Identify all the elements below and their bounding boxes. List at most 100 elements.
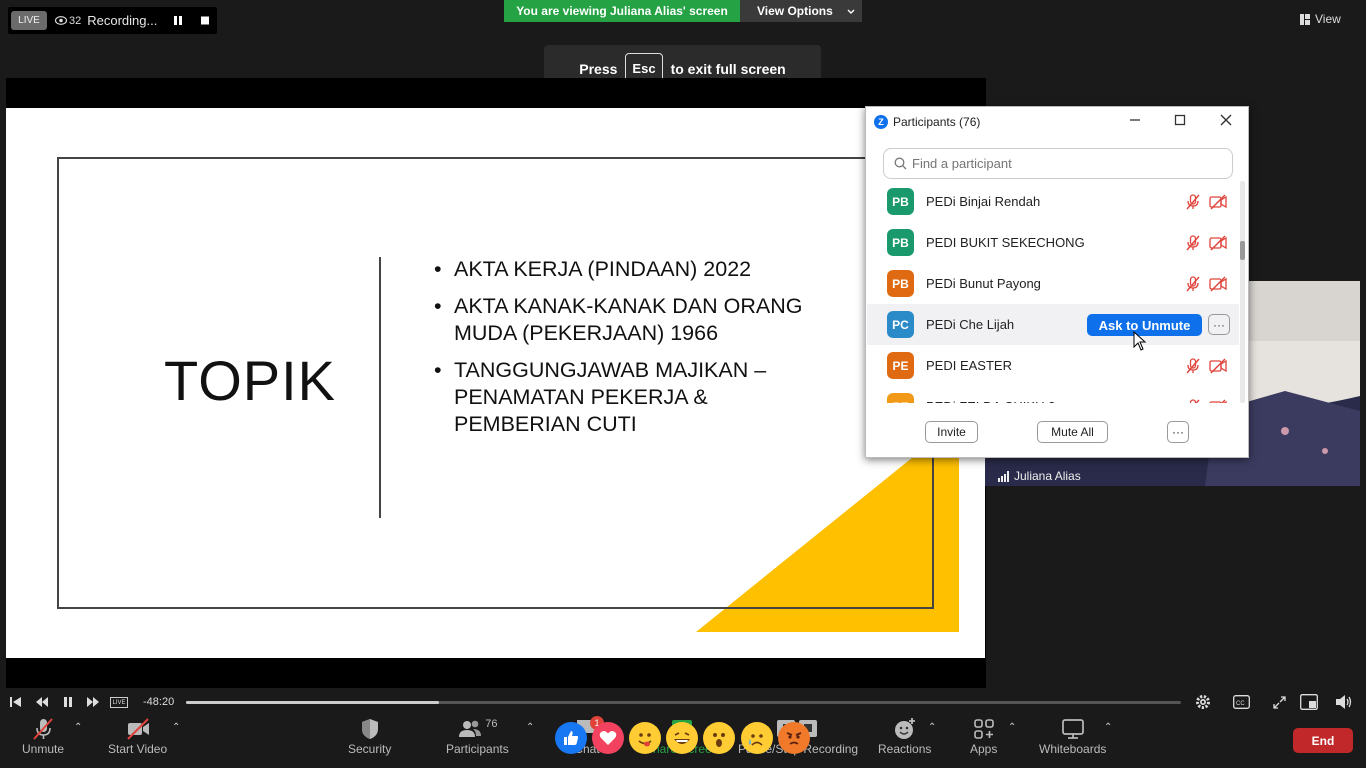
whiteboards-button[interactable]: Whiteboards	[1039, 716, 1106, 756]
participants-panel: Z Participants (76) PB PEDi Binjai Rendah…	[865, 106, 1249, 458]
view-layout-icon	[1300, 13, 1310, 25]
participant-more-button[interactable]: ···	[1208, 314, 1230, 335]
zoom-logo-icon: Z	[874, 115, 888, 129]
participant-row[interactable]: PE PEDI EASTER	[867, 345, 1239, 386]
muted-mic-icon	[1186, 235, 1200, 251]
eye-icon	[55, 16, 67, 25]
participant-row[interactable]: PB PEDI BUKIT SEKECHONG	[867, 222, 1239, 263]
list-scrollbar[interactable]	[1240, 181, 1245, 403]
participant-name: PEDI BUKIT SEKECHONG	[926, 235, 1085, 250]
security-button[interactable]: Security	[348, 716, 391, 756]
viewer-count-value: 32	[69, 14, 82, 27]
participants-label: Participants	[446, 742, 509, 756]
whiteboards-options-caret[interactable]: ⌃	[1104, 722, 1112, 733]
heart-glyph	[599, 731, 617, 745]
video-options-caret[interactable]: ⌃	[172, 722, 180, 733]
participant-avatar: PB	[887, 188, 914, 215]
view-options-label: View Options	[757, 4, 833, 18]
recording-status-box: LIVE 32 Recording...	[8, 7, 217, 34]
captions-icon[interactable]: CC	[1233, 695, 1250, 709]
start-video-button[interactable]: Start Video	[108, 716, 167, 756]
heart-reaction-icon[interactable]	[592, 722, 624, 754]
exit-fullscreen-icon[interactable]	[1273, 696, 1286, 709]
security-label: Security	[348, 742, 392, 756]
participants-button[interactable]: 76 Participants	[446, 716, 509, 756]
video-off-icon	[126, 718, 149, 740]
audio-options-caret[interactable]: ⌃	[74, 722, 82, 733]
slide-bullet: AKTA KERJA (PINDAAN) 2022	[434, 256, 834, 283]
search-icon	[894, 157, 907, 170]
participant-row[interactable]: PE PEDi FELDA CHIKU 3	[867, 386, 1239, 403]
participant-avatar: PC	[887, 311, 914, 338]
shared-slide: TOPIK AKTA KERJA (PINDAAN) 2022 AKTA KAN…	[6, 108, 985, 658]
participant-name: PEDi Bunut Payong	[926, 276, 1041, 291]
maximize-button[interactable]	[1170, 113, 1190, 130]
apps-options-caret[interactable]: ⌃	[1008, 722, 1016, 733]
panel-title: Z Participants (76)	[874, 115, 980, 129]
slide-divider	[379, 257, 381, 518]
shield-icon	[361, 719, 378, 739]
slide-bullet: AKTA KANAK-KANAK DAN ORANG MUDA (PEKERJA…	[434, 293, 834, 347]
video-off-icon	[1209, 358, 1227, 374]
face-savoring-reaction-icon[interactable]	[629, 722, 661, 754]
apps-label: Apps	[970, 742, 998, 756]
stop-recording-icon[interactable]	[201, 16, 209, 25]
surprised-reaction-icon[interactable]	[703, 722, 735, 754]
crying-reaction-icon[interactable]	[741, 722, 773, 754]
thumbs-up-reaction-icon[interactable]	[555, 722, 587, 754]
volume-icon[interactable]	[1336, 694, 1353, 710]
start-video-label: Start Video	[108, 742, 168, 756]
grinning-reaction-icon[interactable]	[666, 722, 698, 754]
participant-name: PEDI EASTER	[926, 358, 1012, 373]
minimize-button[interactable]	[1125, 113, 1145, 130]
unmute-label: Unmute	[22, 742, 65, 756]
participant-avatar: PE	[887, 352, 914, 379]
participant-row[interactable]: PB PEDi Bunut Payong	[867, 263, 1239, 304]
face-glyph	[638, 733, 652, 747]
live-badge: LIVE	[11, 11, 47, 30]
end-meeting-button[interactable]: End	[1293, 728, 1353, 753]
pause-icon[interactable]	[62, 696, 74, 708]
recording-label: Recording...	[87, 13, 158, 28]
participant-avatar: PE	[887, 393, 914, 403]
unmute-button[interactable]: Unmute	[22, 716, 64, 756]
angry-reaction-icon[interactable]	[778, 722, 810, 754]
slide-title: TOPIK	[164, 349, 337, 412]
list-scroll-thumb[interactable]	[1240, 241, 1245, 260]
participants-count: 76	[485, 718, 498, 730]
panel-title-text: Participants (76)	[893, 115, 981, 129]
pause-recording-icon[interactable]	[174, 16, 182, 25]
panel-more-button[interactable]: ···	[1167, 421, 1189, 443]
participants-options-caret[interactable]: ⌃	[526, 722, 534, 733]
esc-press-text: Press	[579, 60, 618, 77]
video-tile-name: Juliana Alias	[998, 469, 1081, 483]
mute-all-button[interactable]: Mute All	[1037, 421, 1108, 443]
esc-suffix-text: to exit full screen	[670, 60, 786, 77]
playback-time: -48:20	[143, 696, 175, 708]
whiteboards-label: Whiteboards	[1039, 742, 1107, 756]
skip-back-icon[interactable]	[10, 696, 22, 708]
participant-search[interactable]	[883, 148, 1233, 179]
view-button[interactable]: View	[1300, 8, 1360, 30]
reactions-button[interactable]: Reactions	[878, 716, 931, 756]
signal-icon	[998, 470, 1009, 482]
invite-button[interactable]: Invite	[925, 421, 978, 443]
svg-text:CC: CC	[1236, 701, 1245, 707]
picture-in-picture-icon[interactable]	[1300, 694, 1318, 710]
view-label: View	[1315, 12, 1341, 26]
participant-row[interactable]: PC PEDi Che Lijah Ask to Unmute ···	[867, 304, 1239, 345]
participant-row[interactable]: PB PEDi Binjai Rendah	[867, 181, 1239, 222]
video-off-icon	[1209, 235, 1227, 251]
maximize-icon	[1174, 114, 1186, 126]
video-tile-name-label: Juliana Alias	[1014, 469, 1081, 483]
apps-button[interactable]: Apps	[970, 716, 997, 756]
search-input[interactable]	[912, 156, 1212, 171]
apps-icon	[973, 719, 994, 739]
rewind-icon[interactable]	[36, 696, 48, 708]
settings-gear-icon[interactable]	[1195, 694, 1211, 710]
fast-forward-icon[interactable]	[87, 696, 99, 708]
reactions-options-caret[interactable]: ⌃	[928, 722, 936, 733]
close-button[interactable]	[1216, 113, 1236, 130]
viewing-banner: You are viewing Juliana Alias' screen	[504, 0, 740, 22]
view-options-button[interactable]: View Options	[740, 0, 862, 22]
